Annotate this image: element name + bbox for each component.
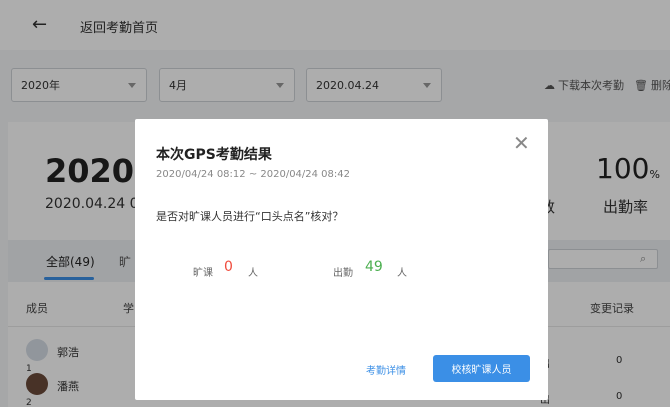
present-label: 出勤	[333, 268, 353, 279]
present-unit: 人	[397, 268, 407, 279]
absent-label: 旷课	[193, 268, 213, 279]
verify-absent-button[interactable]: 校核旷课人员	[433, 355, 530, 382]
dialog-time-range: 2020/04/24 08:12 ~ 2020/04/24 08:42	[156, 169, 351, 180]
dialog-title: 本次GPS考勤结果	[156, 147, 272, 163]
gps-result-dialog: 本次GPS考勤结果 ✕ 2020/04/24 08:12 ~ 2020/04/2…	[135, 119, 548, 400]
attendance-detail-link[interactable]: 考勤详情	[366, 362, 406, 377]
close-icon[interactable]: ✕	[513, 133, 530, 153]
absent-count: 0	[224, 259, 233, 275]
dialog-question: 是否对旷课人员进行“口头点名”核对？	[156, 210, 344, 223]
present-count: 49	[365, 259, 383, 275]
absent-unit: 人	[248, 268, 258, 279]
